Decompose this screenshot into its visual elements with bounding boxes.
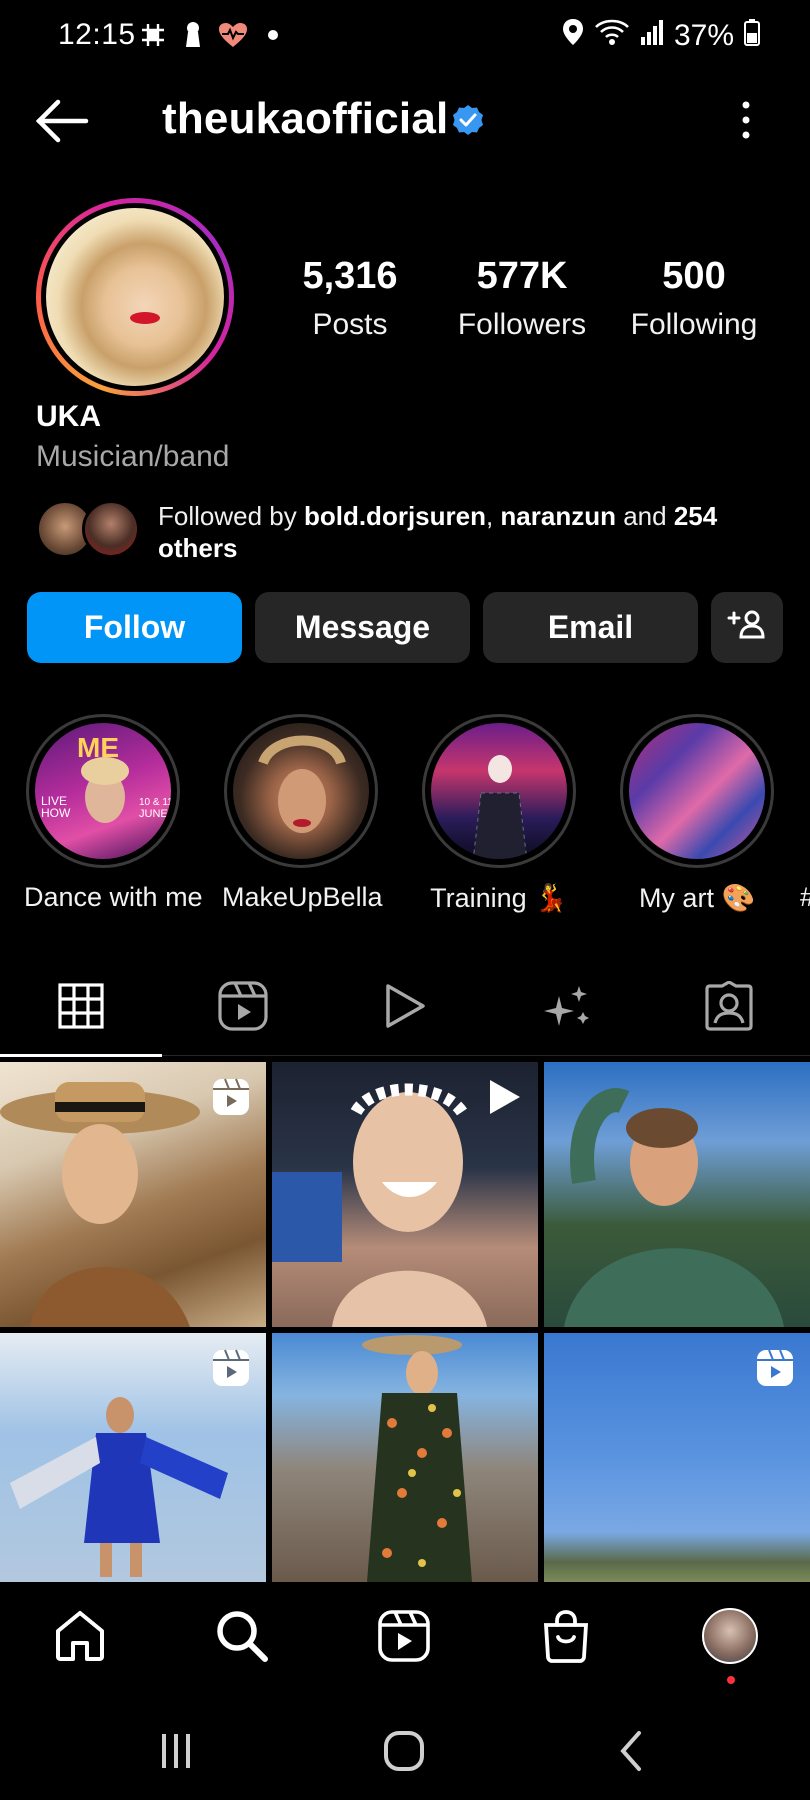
follow-button[interactable]: Follow [27, 592, 242, 663]
notification-dot [727, 1676, 735, 1684]
svg-text:HOW: HOW [41, 806, 71, 820]
status-bar: 12:15 37% [0, 0, 810, 70]
search-icon[interactable] [212, 1606, 272, 1666]
stat-following[interactable]: 500 Following [618, 255, 770, 342]
reels-icon [218, 980, 268, 1036]
stat-posts[interactable]: 5,316 Posts [280, 255, 420, 342]
back-chevron-icon[interactable] [604, 1726, 660, 1776]
grid-icon [58, 982, 104, 1034]
stat-value: 5,316 [302, 255, 398, 297]
recents-icon[interactable] [148, 1726, 204, 1776]
home-icon[interactable] [50, 1606, 110, 1666]
stat-label: Followers [457, 308, 587, 341]
sparkles-icon [539, 978, 595, 1039]
reels-icon[interactable] [374, 1606, 434, 1666]
profile-header: theukaofficial [0, 88, 810, 152]
svg-text:JUNE: JUNE [139, 808, 168, 820]
back-arrow-icon[interactable] [34, 98, 90, 144]
status-time: 12:15 [58, 18, 136, 51]
tab-featured[interactable] [486, 960, 648, 1056]
stat-label: Posts [312, 308, 388, 341]
highlight-item[interactable]: ME LIVE HOW 10 & 11 JUNE Dance with me [24, 714, 203, 913]
highlight-thumbnail [431, 723, 567, 859]
highlight-label: My art 🎨 [638, 883, 756, 913]
stat-followers[interactable]: 577K Followers [446, 255, 598, 342]
profile-category: Musician/band [36, 440, 230, 473]
svg-text:10 & 11: 10 & 11 [139, 797, 171, 808]
profile-avatar-story-ring[interactable] [36, 198, 234, 396]
bottom-navigation [0, 1584, 810, 1694]
highlight-label: MakeUpBella [222, 882, 383, 912]
highlight-thumbnail [629, 723, 765, 859]
mutual-avatar [82, 500, 140, 558]
kebab-menu-icon[interactable] [738, 100, 754, 140]
followed-by[interactable]: Followed by bold.dorjsuren, naranzun and… [36, 498, 776, 564]
location-icon [562, 18, 584, 54]
shop-icon[interactable] [536, 1606, 596, 1666]
stat-label: Following [630, 308, 758, 341]
tab-reels[interactable] [162, 960, 324, 1056]
post-thumbnail[interactable] [544, 1062, 810, 1327]
reels-icon [212, 1078, 250, 1116]
profile-avatar [46, 208, 224, 386]
home-circle-icon[interactable] [376, 1726, 432, 1776]
reels-icon [756, 1349, 794, 1387]
profile-username: theukaofficial [162, 94, 449, 143]
mutual-user-link[interactable]: bold.dorjsuren [304, 501, 486, 531]
video-play-icon [383, 982, 427, 1035]
highlight-label: Training 💃 [430, 883, 568, 913]
highlight-thumbnail [233, 723, 369, 859]
battery-icon [744, 18, 760, 54]
highlight-item[interactable]: # [800, 714, 810, 913]
highlight-thumbnail: ME LIVE HOW 10 & 11 JUNE [35, 723, 171, 859]
wifi-icon [594, 18, 630, 54]
email-button[interactable]: Email [483, 592, 698, 663]
post-thumbnail[interactable] [0, 1062, 266, 1327]
post-thumbnail[interactable] [0, 1333, 266, 1582]
post-thumbnail[interactable] [272, 1062, 538, 1327]
play-icon [484, 1078, 522, 1116]
reels-icon [212, 1349, 250, 1387]
heart-rate-icon [218, 20, 248, 50]
profile-content-tabs [0, 960, 810, 1057]
stat-value: 500 [662, 255, 726, 297]
highlight-item[interactable]: MakeUpBella [222, 714, 383, 913]
message-button[interactable]: Message [255, 592, 470, 663]
followed-by-text: Followed by bold.dorjsuren, naranzun and… [158, 501, 718, 563]
status-left-icons [138, 20, 288, 50]
suggest-users-button[interactable] [711, 592, 783, 663]
profile-avatar[interactable] [700, 1606, 760, 1666]
display-name: UKA [36, 400, 101, 433]
post-thumbnail[interactable] [272, 1333, 538, 1582]
signal-icon [640, 19, 664, 53]
add-person-icon [727, 609, 767, 647]
dot-icon [258, 20, 288, 50]
system-navigation [0, 1700, 810, 1800]
highlight-item[interactable]: My art 🎨 [618, 714, 776, 914]
stat-value: 577K [476, 255, 568, 297]
tagged-person-icon [704, 979, 754, 1036]
posts-grid [0, 1062, 810, 1582]
verified-badge-icon [452, 104, 484, 136]
mutual-user-link[interactable]: naranzun [500, 501, 616, 531]
highlight-item[interactable]: Training 💃 [420, 714, 578, 914]
tab-posts-grid[interactable] [0, 960, 162, 1057]
highlight-label: Dance with me [24, 882, 203, 912]
highlight-label: # [800, 882, 810, 913]
hashtag-grid-icon [138, 20, 168, 50]
tab-videos[interactable] [324, 960, 486, 1056]
battery-percent: 37% [673, 19, 734, 52]
post-thumbnail[interactable] [544, 1333, 810, 1582]
tab-tagged[interactable] [648, 960, 810, 1056]
keyhole-icon [178, 20, 208, 50]
status-right: 37% [562, 18, 760, 54]
